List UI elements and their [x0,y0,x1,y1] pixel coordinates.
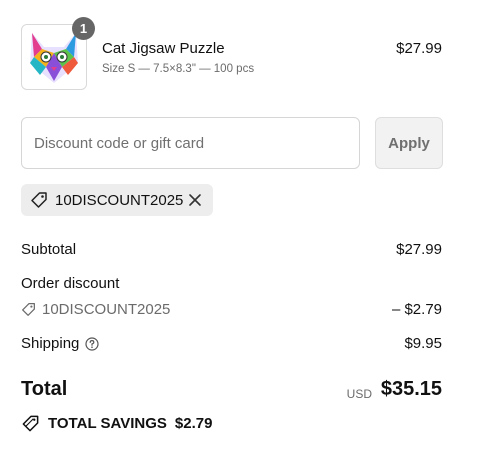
apply-button[interactable]: Apply [375,117,443,169]
savings-tag-icon [22,415,39,432]
quantity-badge: 1 [72,17,95,40]
shipping-value: $9.95 [404,335,442,352]
order-discount-code-row: 10DISCOUNT2025 [21,301,170,318]
currency-code: USD [346,387,372,401]
product-variant: Size S — 7.5×8.3" — 100 pcs [102,63,255,75]
total-savings-value: $2.79 [174,415,213,432]
applied-discount-code: 10DISCOUNT2025 [55,191,184,209]
subtotal-value: $27.99 [396,241,442,258]
subtotal-label: Subtotal [21,241,77,258]
discount-code-input[interactable] [21,117,360,169]
total-savings-row: TOTAL SAVINGS $2.79 [21,414,212,433]
product-price: $27.99 [396,40,442,57]
order-discount-value: – $2.79 [391,301,442,318]
total-value: $35.15 [380,378,442,400]
tag-icon [31,192,47,208]
total-label: Total [21,378,68,400]
shipping-label: Shipping [21,335,80,352]
total-savings-label: TOTAL SAVINGS [48,415,167,432]
tag-icon [22,303,35,316]
product-name: Cat Jigsaw Puzzle [102,40,225,57]
applied-discount-chip: 10DISCOUNT2025 [21,184,213,216]
order-discount-code: 10DISCOUNT2025 [42,301,171,318]
close-icon[interactable] [185,190,205,210]
shipping-row: Shipping [21,335,99,352]
order-discount-label: Order discount [21,275,120,292]
help-icon[interactable] [85,336,99,351]
